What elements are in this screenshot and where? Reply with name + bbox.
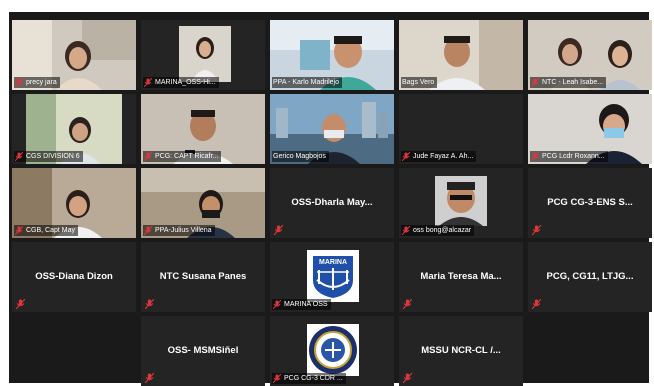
muted-mic-icon [532,299,541,309]
muted-mic-icon [15,152,23,161]
muted-mic-icon [15,226,23,235]
participant-tile[interactable]: oss bong@alcazar [399,168,523,238]
participant-name: PCG, CG11, LTJG... [546,271,634,282]
participant-name: Maria Teresa Ma... [420,271,502,282]
participant-name-label: Gerico Magbojos [272,151,329,162]
marina-logo: MARINA [307,250,359,302]
participant-tile[interactable]: precy jara [12,20,136,90]
muted-mic-icon [144,226,152,235]
participant-tile[interactable]: PCG CG-3-ENS S... [528,168,652,238]
muted-mic-icon [402,226,410,235]
participant-tile[interactable]: NTC - Leah Isabe... [528,20,652,90]
participant-name-label: PCG: CAPT Ricafr... [143,151,222,162]
participant-tile[interactable]: NTC Susana Panes [141,242,265,312]
participant-tile[interactable]: PCG CG-3 CDR ... [270,316,394,386]
muted-mic-icon [145,299,154,309]
muted-mic-icon [16,299,25,309]
muted-mic-icon [145,373,154,383]
muted-mic-icon [531,78,539,87]
muted-mic-icon [144,152,152,161]
participant-name: OSS-Dharla May... [291,197,373,208]
muted-mic-icon [402,152,410,161]
participant-name-label: NTC - Leah Isabe... [530,77,607,88]
muted-mic-icon [273,300,281,309]
muted-mic-icon [15,78,23,87]
participant-tile[interactable]: OSS- MSMSiñel [141,316,265,386]
participant-tile[interactable]: Jude Fayaz A. Ah... [399,94,523,164]
participant-tile[interactable]: Maria Teresa Ma... [399,242,523,312]
participant-tile[interactable]: CGS DIVISION 6 [12,94,136,164]
muted-mic-icon [403,373,412,383]
participant-name: MSSU NCR-CL /... [421,345,501,356]
video-gallery: precy jara MARINA_OSS-Hi... PPA - Karlo … [9,12,652,386]
participant-name-label: PPA-Julius Villena [143,225,215,236]
participant-tile[interactable]: MSSU NCR-CL /... [399,316,523,386]
participant-name-label: PCG Lcdr Roxann... [530,151,608,162]
participant-tile[interactable]: PPA - Karlo Madrilejo [270,20,394,90]
participant-name-label: Bags Vero [401,77,438,88]
coast-guard-seal [307,324,359,376]
participant-tile[interactable]: Bags Vero [399,20,523,90]
participant-name-label: PCG CG-3 CDR ... [272,373,346,384]
participant-tile[interactable]: MARINA MARINA OSS [270,242,394,312]
participant-tile[interactable]: OSS-Dharla May... [270,168,394,238]
muted-mic-icon [274,225,283,235]
participant-tile[interactable]: CGB, Capt May [12,168,136,238]
muted-mic-icon [144,78,152,87]
participant-name-label: MARINA_OSS-Hi... [143,77,219,88]
participant-name-label: CGS DIVISION 6 [14,151,83,162]
participant-name: OSS-Diana Dizon [35,271,113,282]
participant-name: NTC Susana Panes [159,271,247,282]
participant-tile[interactable]: PPA-Julius Villena [141,168,265,238]
participant-name-label: Jude Fayaz A. Ah... [401,151,477,162]
participant-name: OSS- MSMSiñel [167,345,239,356]
participant-name-label: oss bong@alcazar [401,225,475,236]
muted-mic-icon [273,374,281,383]
muted-mic-icon [403,299,412,309]
participant-name-label: precy jara [14,77,60,88]
participant-tile[interactable]: MARINA_OSS-Hi... [141,20,265,90]
participant-name-label: PPA - Karlo Madrilejo [272,77,343,88]
participant-name-label: MARINA OSS [272,299,331,310]
participant-tile[interactable]: PCG Lcdr Roxann... [528,94,652,164]
muted-mic-icon [531,152,539,161]
participant-tile-active-speaker[interactable]: Gerico Magbojos [270,94,394,164]
participant-name-label: CGB, Capt May [14,225,79,236]
participant-tile[interactable]: PCG: CAPT Ricafr... [141,94,265,164]
svg-text:MARINA: MARINA [319,259,347,266]
participant-tile[interactable]: OSS-Diana Dizon [12,242,136,312]
muted-mic-icon [532,225,541,235]
participant-name: PCG CG-3-ENS S... [547,197,633,208]
participant-tile[interactable]: PCG, CG11, LTJG... [528,242,652,312]
